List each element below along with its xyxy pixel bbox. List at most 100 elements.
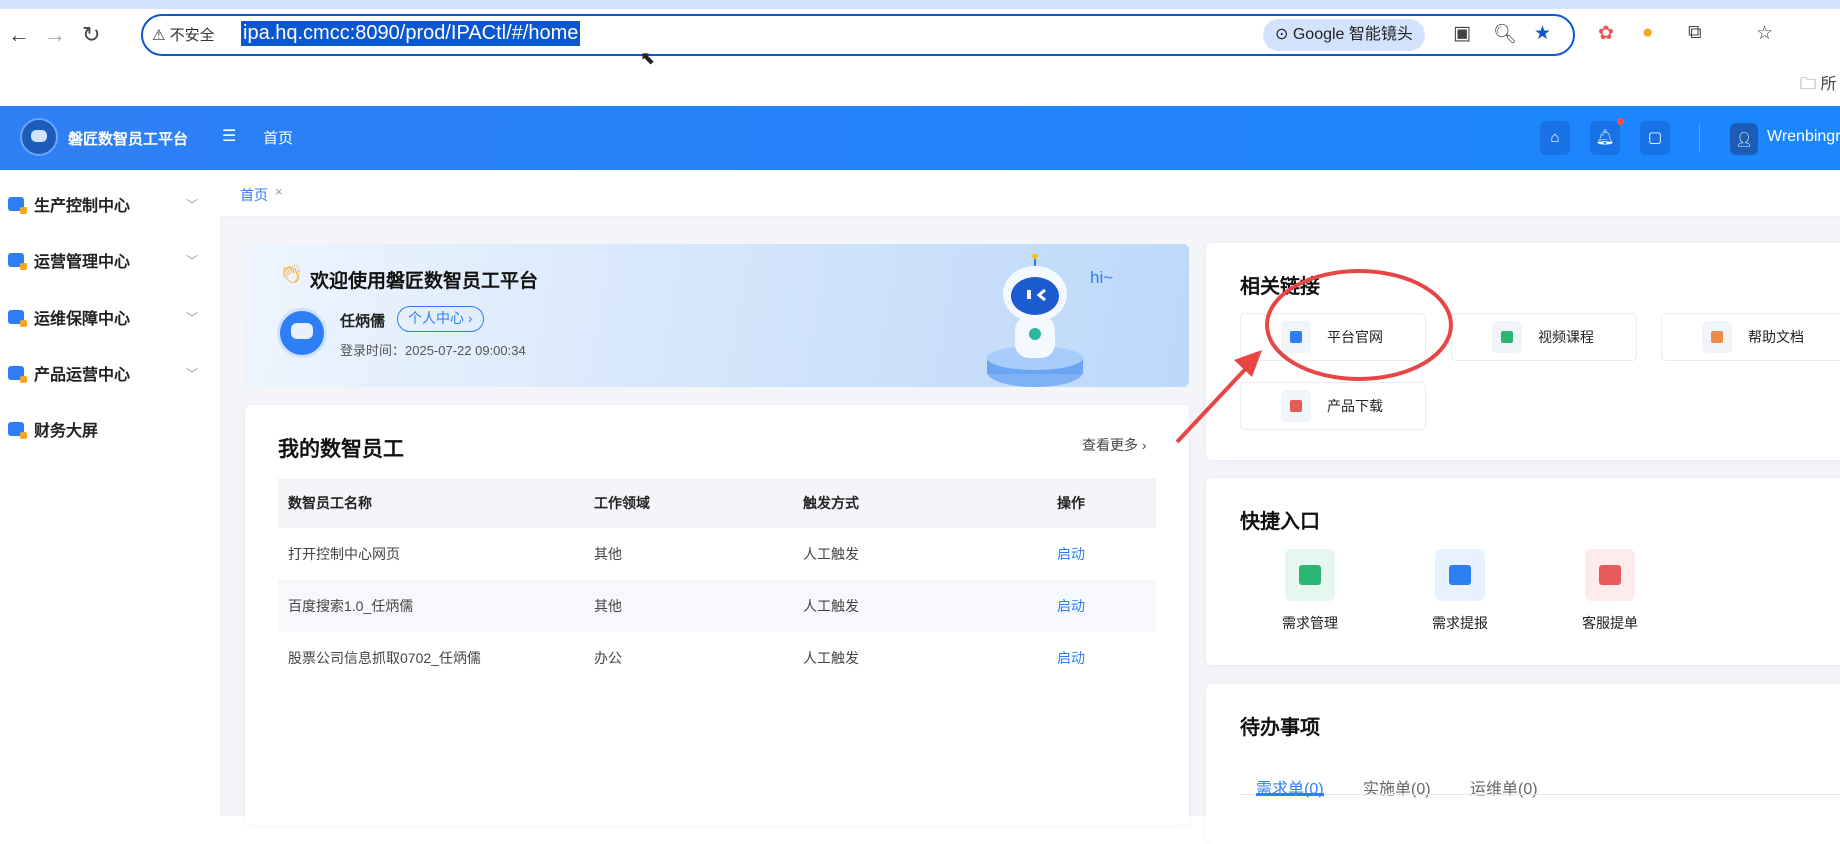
tabs-divider	[1240, 794, 1840, 795]
quick-requirement-management[interactable]: 需求管理	[1265, 549, 1355, 633]
bookmark-folder[interactable]: 🗀 所	[1800, 70, 1836, 100]
sidebar-item-product[interactable]: 产品运营中心 ﹀	[0, 353, 220, 393]
reading-list-icon[interactable]: ☆	[1756, 22, 1773, 45]
divider	[1699, 124, 1700, 152]
service-ticket-icon	[1585, 549, 1635, 601]
employee-name: 打开控制中心网页	[288, 546, 400, 562]
nav-home[interactable]: 首页	[263, 127, 293, 148]
link-help-docs[interactable]: 帮助文档	[1661, 313, 1840, 361]
quick-requirement-submit[interactable]: 需求提报	[1415, 549, 1505, 633]
tab-close-icon[interactable]: ×	[275, 184, 283, 199]
active-tab-indicator	[1256, 793, 1324, 796]
reload-icon[interactable]: ↻	[82, 22, 100, 48]
production-icon	[8, 197, 27, 214]
card-title: 待办事项	[1240, 717, 1320, 739]
work-domain: 其他	[594, 546, 622, 562]
user-avatar	[277, 308, 327, 358]
home-icon[interactable]: ⌂	[1540, 121, 1570, 155]
link-label: 产品下载	[1327, 398, 1383, 414]
sidebar-item-label: 产品运营中心	[34, 367, 131, 384]
help-icon	[1702, 321, 1732, 353]
bookmark-star-icon[interactable]: ★	[1534, 22, 1551, 45]
extensions-puzzle-icon[interactable]: ⧉	[1688, 22, 1702, 44]
start-button[interactable]: 启动	[1057, 596, 1156, 616]
forward-icon[interactable]: →	[44, 22, 66, 48]
personal-center-button[interactable]: 个人中心 ›	[397, 306, 484, 332]
link-platform-website[interactable]: 平台官网	[1240, 313, 1426, 361]
column-header: 工作领域	[594, 495, 650, 511]
table-header: 数智员工名称 工作领域 触发方式 操作	[278, 478, 1156, 528]
translate-icon[interactable]: ▣	[1453, 22, 1471, 45]
greeting-text: hi~	[1090, 268, 1114, 287]
user-name: 任炳儒	[340, 313, 386, 330]
screen-icon[interactable]: ▢	[1640, 121, 1670, 155]
maintenance-icon	[8, 310, 27, 327]
sidebar-item-label: 财务大屏	[34, 423, 99, 440]
url-text[interactable]: ipa.hq.cmcc:8090/prod/IPACtl/#/home	[241, 21, 581, 46]
trigger-mode: 人工触发	[803, 650, 859, 666]
tab-home[interactable]: 首页	[240, 185, 268, 205]
user-avatar-icon[interactable]: 👤︎	[1730, 123, 1758, 155]
insecure-label: 不安全	[169, 27, 215, 44]
app-logo	[20, 118, 58, 156]
sidebar-item-label: 运营管理中心	[34, 254, 131, 271]
zoom-icon[interactable]: 🔍︎	[1493, 22, 1517, 46]
welcome-title: 欢迎使用磐匠数智员工平台	[310, 271, 539, 292]
extension-icon[interactable]: ✿	[1598, 22, 1614, 45]
download-icon	[1281, 390, 1311, 422]
finance-icon	[8, 422, 27, 439]
login-time: 登录时间：2025-07-22 09:00:34	[340, 343, 526, 358]
sidebar-item-production[interactable]: 生产控制中心 ﹀	[0, 184, 220, 224]
app-header: 磐匠数智员工平台 ☰ 首页 ⌂ 🔔︎ ▢ 👤︎ Wrenbingru	[0, 106, 1840, 170]
sidebar-item-label: 生产控制中心	[34, 198, 131, 215]
card-title: 相关链接	[1240, 276, 1320, 298]
lens-label: Google 智能镜头	[1292, 26, 1413, 43]
start-button[interactable]: 启动	[1057, 648, 1156, 668]
insecure-indicator[interactable]: ⚠ 不安全	[152, 24, 215, 45]
link-video-courses[interactable]: 视频课程	[1451, 313, 1637, 361]
quick-access-card: 快捷入口 需求管理 需求提报 客服提单	[1206, 478, 1840, 665]
tab-implementation[interactable]: 实施单(0)	[1363, 775, 1431, 799]
card-title: 我的数智员工	[278, 438, 404, 461]
product-icon	[8, 366, 27, 383]
trigger-mode: 人工触发	[803, 546, 859, 562]
link-product-download[interactable]: 产品下载	[1240, 382, 1426, 430]
sidebar-item-finance[interactable]: 财务大屏	[0, 409, 220, 449]
requirement-submit-icon	[1435, 549, 1485, 601]
link-label: 视频课程	[1538, 329, 1594, 345]
username[interactable]: Wrenbingru	[1767, 128, 1840, 146]
sidebar-item-maintenance[interactable]: 运维保障中心 ﹀	[0, 297, 220, 337]
mouse-cursor-icon: ⬉	[640, 48, 656, 68]
quick-label: 需求提报	[1432, 615, 1488, 631]
chevron-down-icon: ﹀	[186, 253, 199, 268]
chevron-down-icon: ﹀	[186, 197, 199, 212]
bookmark-label: 所	[1820, 76, 1837, 93]
app-title: 磐匠数智员工平台	[68, 131, 189, 148]
trigger-mode: 人工触发	[803, 598, 859, 614]
column-header: 触发方式	[803, 495, 859, 511]
table-row: 百度搜索1.0_任炳儒 其他 人工触发 启动	[278, 580, 1156, 632]
sidebar-item-operations[interactable]: 运营管理中心 ﹀	[0, 240, 220, 280]
table-row: 打开控制中心网页 其他 人工触发 启动	[278, 528, 1156, 580]
google-lens-button[interactable]: ⊙ Google 智能镜头	[1263, 19, 1425, 51]
personal-center-label: 个人中心	[408, 310, 464, 326]
quick-label: 客服提单	[1582, 615, 1638, 631]
bell-icon[interactable]: 🔔︎	[1590, 121, 1620, 155]
link-label: 帮助文档	[1748, 329, 1804, 345]
my-employees-card: 我的数智员工 查看更多 › 数智员工名称 工作领域 触发方式 操作 打开控制中心…	[245, 405, 1189, 825]
column-header: 数智员工名称	[288, 495, 372, 511]
video-icon	[1492, 321, 1522, 353]
back-icon[interactable]: ←	[8, 22, 30, 48]
browser-tab-strip	[0, 0, 1840, 9]
start-button[interactable]: 启动	[1057, 544, 1156, 564]
tab-maintenance[interactable]: 运维单(0)	[1470, 775, 1538, 799]
card-title: 快捷入口	[1240, 511, 1320, 533]
link-label: 平台官网	[1327, 329, 1383, 345]
employee-name: 百度搜索1.0_任炳儒	[288, 598, 414, 614]
related-links-card: 相关链接 平台官网 视频课程 帮助文档 产品下载	[1206, 243, 1840, 460]
work-domain: 办公	[594, 650, 622, 666]
view-more-link[interactable]: 查看更多 ›	[1082, 435, 1147, 455]
quick-service-ticket[interactable]: 客服提单	[1565, 549, 1655, 633]
extension-icon[interactable]: ●	[1642, 22, 1653, 44]
menu-toggle-icon[interactable]: ☰	[222, 126, 236, 146]
